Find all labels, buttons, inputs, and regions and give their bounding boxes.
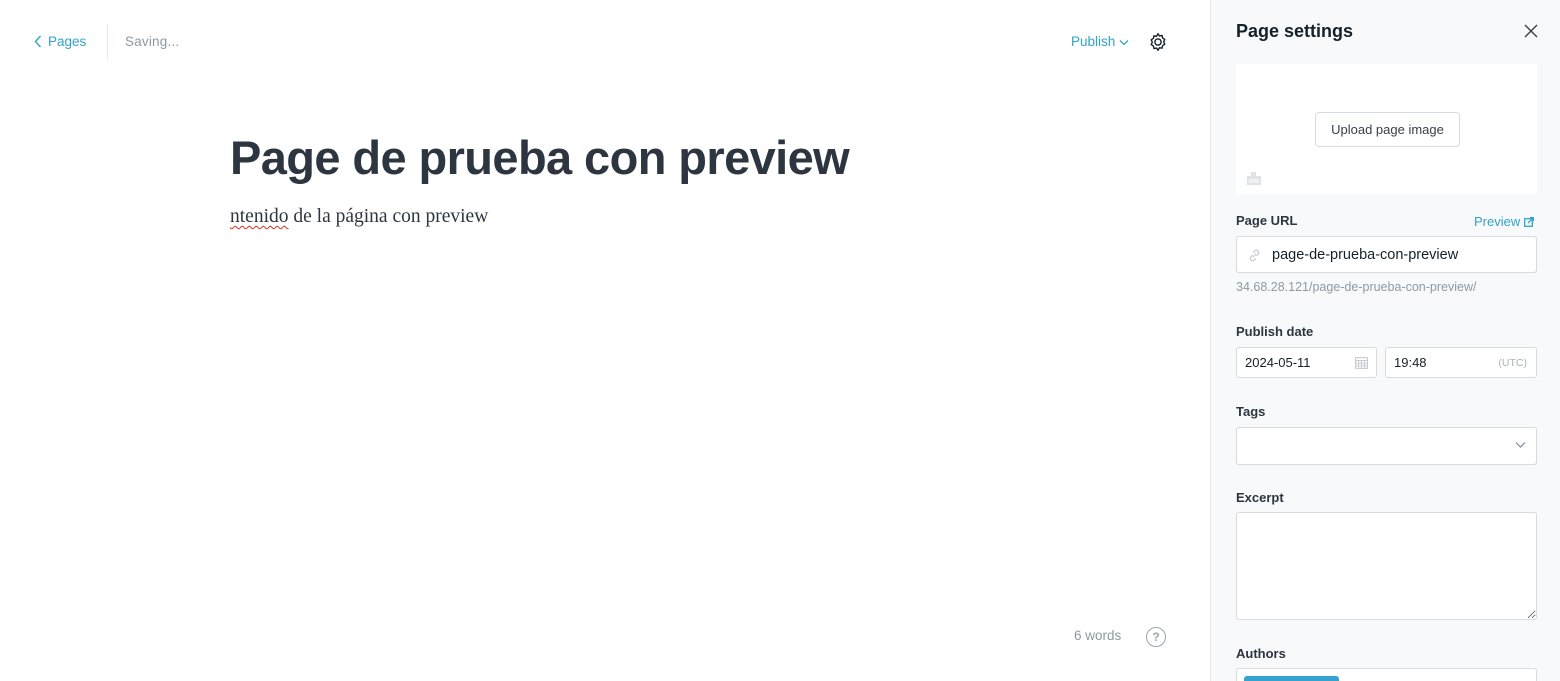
back-link-label: Pages	[48, 34, 87, 49]
publish-date-input[interactable]	[1245, 355, 1335, 370]
save-status: Saving...	[125, 34, 180, 49]
link-icon	[1249, 249, 1260, 262]
question-mark-icon: ?	[1152, 630, 1160, 644]
body-text: de la página con preview	[288, 206, 489, 227]
preview-label: Preview	[1474, 214, 1521, 229]
close-panel-button[interactable]	[1522, 22, 1540, 40]
misspelled-word: ntenido	[230, 206, 289, 227]
editor-area: Pages Saving... Publish Page de prueba c…	[0, 0, 1210, 681]
author-token[interactable]	[1244, 676, 1339, 681]
chevron-down-icon	[1119, 34, 1129, 49]
preview-link[interactable]: Preview	[1474, 214, 1535, 229]
publish-menu-button[interactable]: Publish	[1071, 34, 1129, 49]
publish-date-label: Publish date	[1236, 324, 1314, 339]
help-button[interactable]: ?	[1146, 627, 1166, 647]
publish-time-field[interactable]: (UTC)	[1385, 347, 1537, 378]
page-url-label: Page URL	[1236, 213, 1298, 228]
gear-icon	[1150, 33, 1166, 51]
full-url-hint: 34.68.28.121/page-de-prueba-con-preview/	[1236, 280, 1477, 294]
panel-title: Page settings	[1236, 21, 1354, 41]
back-to-pages-link[interactable]: Pages	[34, 34, 86, 49]
word-count: 6 words	[1074, 628, 1122, 643]
tags-select[interactable]	[1236, 427, 1537, 465]
calendar-icon[interactable]	[1355, 356, 1368, 369]
settings-toggle-button[interactable]	[1147, 31, 1169, 53]
upload-image-button[interactable]: Upload page image	[1315, 112, 1460, 147]
publish-label: Publish	[1071, 34, 1116, 49]
external-link-icon	[1524, 216, 1535, 227]
page-url-field[interactable]	[1236, 236, 1537, 273]
publish-time-input[interactable]	[1394, 355, 1484, 370]
publish-date-field[interactable]	[1236, 347, 1377, 378]
page-settings-panel: Page settings Upload page image Page URL…	[1210, 0, 1560, 681]
excerpt-textarea[interactable]	[1236, 512, 1537, 620]
timezone-label: (UTC)	[1498, 357, 1527, 369]
page-url-input[interactable]	[1272, 246, 1527, 263]
tags-label: Tags	[1236, 404, 1266, 419]
page-image-dropzone[interactable]: Upload page image	[1236, 64, 1537, 194]
editor-topbar: Pages Saving... Publish	[0, 0, 1210, 84]
authors-label: Authors	[1236, 646, 1286, 661]
chevron-left-icon	[34, 35, 42, 48]
close-icon	[1524, 24, 1538, 38]
topbar-divider	[107, 24, 108, 60]
chevron-down-icon	[1515, 442, 1526, 448]
authors-field[interactable]	[1236, 668, 1537, 681]
page-body[interactable]: ntenido de la página con preview	[230, 206, 488, 228]
image-icon	[1247, 172, 1261, 185]
page-title[interactable]: Page de prueba con preview	[230, 130, 850, 185]
excerpt-label: Excerpt	[1236, 490, 1284, 505]
